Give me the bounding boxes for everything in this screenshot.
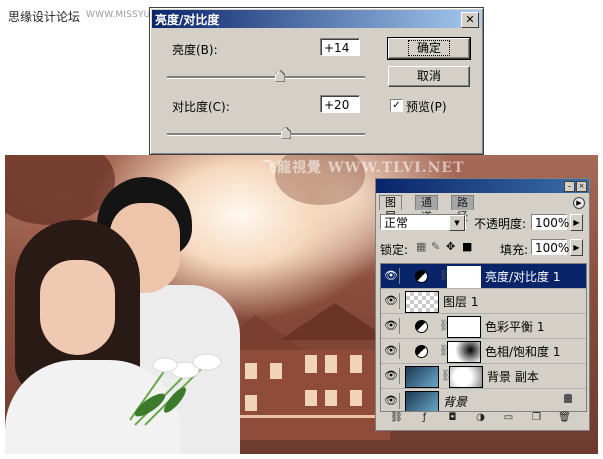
layer-name: 背景 bbox=[443, 395, 468, 409]
close-icon[interactable]: × bbox=[576, 181, 587, 192]
layer-mask-thumbnail[interactable] bbox=[447, 341, 481, 363]
adjustment-layer-icon bbox=[415, 345, 428, 358]
lock-transparency-icon[interactable]: ▦ bbox=[416, 240, 426, 253]
layers-toolbar: ⛓ ƒ ◘ ◑ ▭ ❐ 🗑 bbox=[380, 412, 585, 426]
ok-button[interactable]: 确定 bbox=[387, 37, 471, 60]
mask-icon[interactable]: ◘ bbox=[446, 412, 459, 424]
layer-row[interactable]: 👁 ⛓ 背景 副本 bbox=[381, 364, 586, 389]
layer-row[interactable]: 👁 ⛓ 亮度/对比度 1 bbox=[381, 264, 586, 289]
ok-button-label: 确定 bbox=[407, 40, 450, 56]
adjustment-layer-icon bbox=[415, 320, 428, 333]
eye-icon[interactable]: 👁 bbox=[383, 393, 400, 409]
fill-input[interactable]: 100% bbox=[531, 239, 569, 255]
layer-name: 背景 副本 bbox=[487, 370, 539, 384]
dialog-title: 亮度/对比度 bbox=[155, 13, 220, 27]
lock-icon bbox=[564, 394, 572, 403]
blend-mode-value: 正常 bbox=[384, 216, 409, 230]
minimize-icon[interactable]: – bbox=[564, 181, 575, 192]
layer-row[interactable]: 👁 ⛓ 色彩平衡 1 bbox=[381, 314, 586, 339]
tab-channels[interactable]: 通道 bbox=[415, 195, 438, 223]
eye-icon[interactable]: 👁 bbox=[383, 293, 400, 309]
eye-icon[interactable]: 👁 bbox=[383, 318, 400, 334]
fx-icon[interactable]: ƒ bbox=[418, 412, 431, 424]
lock-move-icon[interactable]: ✥ bbox=[446, 240, 455, 253]
layer-thumbnail[interactable] bbox=[405, 366, 439, 388]
lock-all-icon[interactable]: ■ bbox=[462, 240, 472, 253]
lily-bouquet bbox=[129, 353, 222, 426]
preview-checkbox[interactable]: ✓ bbox=[390, 99, 403, 112]
layer-row[interactable]: 👁 背景 bbox=[381, 389, 586, 411]
brightness-input[interactable]: +14 bbox=[320, 38, 360, 56]
layer-name: 亮度/对比度 1 bbox=[485, 270, 561, 284]
link-layers-icon[interactable]: ⛓ bbox=[390, 412, 403, 424]
opacity-arrow-icon[interactable]: ▶ bbox=[570, 214, 583, 231]
lock-label: 锁定: bbox=[380, 243, 409, 257]
brightness-slider-track[interactable] bbox=[167, 76, 365, 79]
site-name: 思缘设计论坛 bbox=[8, 10, 81, 24]
panel-titlebar[interactable]: – × bbox=[376, 179, 589, 193]
close-icon[interactable]: ✕ bbox=[461, 12, 479, 28]
brightness-slider-thumb[interactable] bbox=[274, 70, 285, 82]
cancel-button[interactable]: 取消 bbox=[388, 66, 470, 87]
preview-label: 预览(P) bbox=[406, 100, 447, 114]
blend-mode-select[interactable]: 正常 ▼ bbox=[380, 214, 466, 231]
tab-layers[interactable]: 图层 bbox=[379, 195, 402, 223]
trash-icon[interactable]: 🗑 bbox=[558, 412, 571, 424]
layer-mask-thumbnail[interactable] bbox=[449, 366, 483, 388]
brightness-label: 亮度(B): bbox=[172, 43, 218, 57]
bride-face bbox=[40, 260, 115, 355]
folder-icon[interactable]: ▭ bbox=[502, 412, 515, 424]
contrast-label: 对比度(C): bbox=[172, 100, 230, 114]
layer-name: 色相/饱和度 1 bbox=[485, 345, 561, 359]
contrast-input[interactable]: +20 bbox=[320, 95, 360, 113]
adjustment-icon[interactable]: ◑ bbox=[474, 412, 487, 424]
layers-panel: – × 图层 通道 路径 ▶ 正常 ▼ 不透明度: 100% ▶ 锁定: ▦ ✎… bbox=[375, 178, 590, 431]
brightness-contrast-dialog: 亮度/对比度 ✕ 亮度(B): +14 对比度(C): +20 确定 取消 ✓ … bbox=[149, 7, 484, 155]
panel-menu-icon[interactable]: ▶ bbox=[573, 197, 585, 209]
layer-mask-thumbnail[interactable] bbox=[447, 316, 481, 338]
opacity-input[interactable]: 100% bbox=[531, 214, 569, 230]
eye-icon[interactable]: 👁 bbox=[383, 368, 400, 384]
new-layer-icon[interactable]: ❐ bbox=[530, 412, 543, 424]
layer-row[interactable]: 👁 ⛓ 色相/饱和度 1 bbox=[381, 339, 586, 364]
fill-label: 填充: bbox=[500, 243, 529, 257]
dialog-titlebar[interactable]: 亮度/对比度 ✕ bbox=[152, 10, 481, 28]
layer-row[interactable]: 👁 图层 1 bbox=[381, 289, 586, 314]
tab-paths[interactable]: 路径 bbox=[451, 195, 474, 223]
layer-thumbnail[interactable] bbox=[405, 291, 439, 313]
layer-list: 👁 ⛓ 亮度/对比度 1 👁 图层 1 👁 ⛓ 色彩平衡 1 👁 ⛓ 色相/饱和… bbox=[380, 263, 587, 412]
fill-arrow-icon[interactable]: ▶ bbox=[570, 239, 583, 256]
layer-mask-thumbnail[interactable] bbox=[447, 266, 481, 288]
layer-name: 图层 1 bbox=[443, 295, 479, 309]
opacity-label: 不透明度: bbox=[474, 217, 527, 231]
contrast-slider-track[interactable] bbox=[167, 133, 365, 136]
lock-paint-icon[interactable]: ✎ bbox=[431, 240, 440, 253]
eye-icon[interactable]: 👁 bbox=[383, 343, 400, 359]
eye-icon[interactable]: 👁 bbox=[383, 268, 400, 284]
chevron-down-icon: ▼ bbox=[449, 215, 465, 231]
layer-thumbnail[interactable] bbox=[405, 391, 439, 411]
adjustment-layer-icon bbox=[415, 270, 428, 283]
photo-watermark: 飞龍視覺 WWW.TLVI.NET bbox=[262, 160, 465, 176]
layer-name: 色彩平衡 1 bbox=[485, 320, 545, 334]
contrast-slider-thumb[interactable] bbox=[280, 127, 291, 139]
